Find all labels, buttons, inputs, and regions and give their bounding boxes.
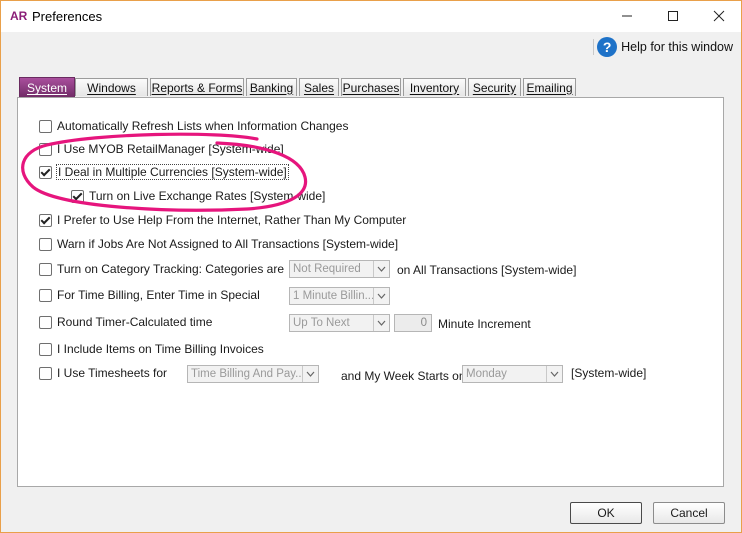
preferences-window: AR Preferences ? Help for this window Sy… [0, 0, 742, 533]
tab-label: Emailing [526, 80, 573, 95]
live-rates-label: Turn on Live Exchange Rates [System-wide… [89, 189, 326, 203]
multi-currency-checkbox[interactable] [39, 165, 52, 179]
tab-label: System [26, 81, 67, 95]
close-button[interactable] [696, 1, 742, 31]
tab-emailing[interactable]: Emailing [523, 78, 576, 96]
live-rates-checkbox[interactable] [71, 189, 84, 203]
option-auto-refresh[interactable]: Automatically Refresh Lists when Informa… [39, 118, 348, 134]
round-timer-value: Up To Next [293, 317, 350, 329]
maximize-button[interactable] [650, 1, 696, 31]
timesheets-label: I Use Timesheets for [57, 366, 168, 380]
option-category-tracking[interactable]: Turn on Category Tracking: Categories ar… [39, 261, 284, 277]
round-timer-increment-field[interactable]: 0 [394, 314, 432, 332]
help-internet-label: I Prefer to Use Help From the Internet, … [57, 213, 407, 227]
tab-banking[interactable]: Banking [246, 78, 297, 96]
help-question-icon: ? [597, 37, 618, 57]
chevron-down-icon [373, 261, 389, 277]
include-items-label: I Include Items on Time Billing Invoices [57, 342, 264, 356]
tab-sales[interactable]: Sales [299, 78, 339, 96]
tab-windows[interactable]: Windows [75, 78, 148, 96]
title-bar: AR Preferences [1, 1, 741, 32]
option-help-internet[interactable]: I Prefer to Use Help From the Internet, … [39, 212, 406, 228]
option-retail-manager[interactable]: I Use MYOB RetailManager [System-wide] [39, 141, 284, 157]
time-billing-checkbox[interactable] [39, 288, 52, 302]
chevron-down-icon [373, 315, 389, 331]
help-link-label: Help for this window [621, 40, 733, 54]
time-billing-value: 1 Minute Billin... [293, 290, 373, 302]
help-internet-checkbox[interactable] [39, 213, 52, 227]
option-multi-currency[interactable]: I Deal in Multiple Currencies [System-wi… [39, 164, 289, 180]
option-timesheets[interactable]: I Use Timesheets for [39, 365, 167, 381]
timesheets-select[interactable]: Time Billing And Pay... [187, 365, 319, 383]
maximize-icon [668, 11, 678, 21]
timesheets-checkbox[interactable] [39, 366, 52, 380]
tab-reports-forms[interactable]: Reports & Forms [150, 78, 244, 96]
week-start-select[interactable]: Monday [462, 365, 563, 383]
category-tracking-checkbox[interactable] [39, 262, 52, 276]
window-title: Preferences [32, 9, 103, 24]
category-tracking-suffix: on All Transactions [System-wide] [397, 263, 577, 277]
option-round-timer[interactable]: Round Timer-Calculated time [39, 314, 212, 330]
ok-button[interactable]: OK [570, 502, 642, 524]
help-separator [593, 39, 594, 55]
help-bar: ? Help for this window [1, 32, 741, 61]
chevron-down-icon [373, 288, 389, 304]
category-tracking-value: Not Required [293, 263, 361, 275]
week-starts-label: and My Week Starts on [341, 369, 466, 383]
option-time-billing[interactable]: For Time Billing, Enter Time in Special [39, 287, 260, 303]
round-timer-suffix: Minute Increment [438, 317, 531, 331]
tab-label: Reports & Forms [151, 80, 243, 95]
warn-jobs-label: Warn if Jobs Are Not Assigned to All Tra… [57, 237, 399, 251]
tab-system[interactable]: System [19, 77, 75, 98]
round-timer-label: Round Timer-Calculated time [57, 315, 213, 329]
tab-label: Sales [303, 80, 335, 95]
warn-jobs-checkbox[interactable] [39, 237, 52, 251]
tab-label: Inventory [409, 80, 460, 95]
retail-manager-label: I Use MYOB RetailManager [System-wide] [57, 142, 284, 156]
round-timer-checkbox[interactable] [39, 315, 52, 329]
system-tab-panel: Automatically Refresh Lists when Informa… [17, 97, 724, 487]
auto-refresh-label: Automatically Refresh Lists when Informa… [57, 119, 349, 133]
tab-purchases[interactable]: Purchases [341, 78, 401, 96]
timesheets-value: Time Billing And Pay... [191, 368, 302, 380]
chevron-down-icon [546, 366, 562, 382]
round-timer-select[interactable]: Up To Next [289, 314, 390, 332]
close-icon [713, 10, 725, 22]
minimize-button[interactable] [604, 1, 650, 31]
tab-label: Banking [249, 80, 294, 95]
time-billing-select[interactable]: 1 Minute Billin... [289, 287, 390, 305]
minimize-icon [622, 15, 632, 17]
app-badge-icon: AR [10, 9, 28, 23]
timesheets-suffix: [System-wide] [571, 366, 647, 380]
option-warn-jobs[interactable]: Warn if Jobs Are Not Assigned to All Tra… [39, 236, 398, 252]
category-tracking-select[interactable]: Not Required [289, 260, 390, 278]
option-live-rates[interactable]: Turn on Live Exchange Rates [System-wide… [71, 188, 325, 204]
chevron-down-icon [302, 366, 318, 382]
tab-label: Windows [87, 80, 136, 95]
time-billing-label: For Time Billing, Enter Time in Special [57, 288, 260, 302]
help-for-window-link[interactable]: ? Help for this window [597, 36, 733, 58]
include-items-checkbox[interactable] [39, 342, 52, 356]
multi-currency-label: I Deal in Multiple Currencies [System-wi… [56, 164, 289, 180]
week-start-value: Monday [466, 368, 507, 380]
tab-security[interactable]: Security [468, 78, 521, 96]
tab-label: Security [472, 80, 517, 95]
tab-inventory[interactable]: Inventory [403, 78, 466, 96]
category-tracking-label: Turn on Category Tracking: Categories ar… [57, 262, 284, 276]
cancel-button[interactable]: Cancel [653, 502, 725, 524]
auto-refresh-checkbox[interactable] [39, 119, 52, 133]
retail-manager-checkbox[interactable] [39, 142, 52, 156]
option-include-items[interactable]: I Include Items on Time Billing Invoices [39, 341, 264, 357]
tab-label: Purchases [342, 80, 400, 95]
